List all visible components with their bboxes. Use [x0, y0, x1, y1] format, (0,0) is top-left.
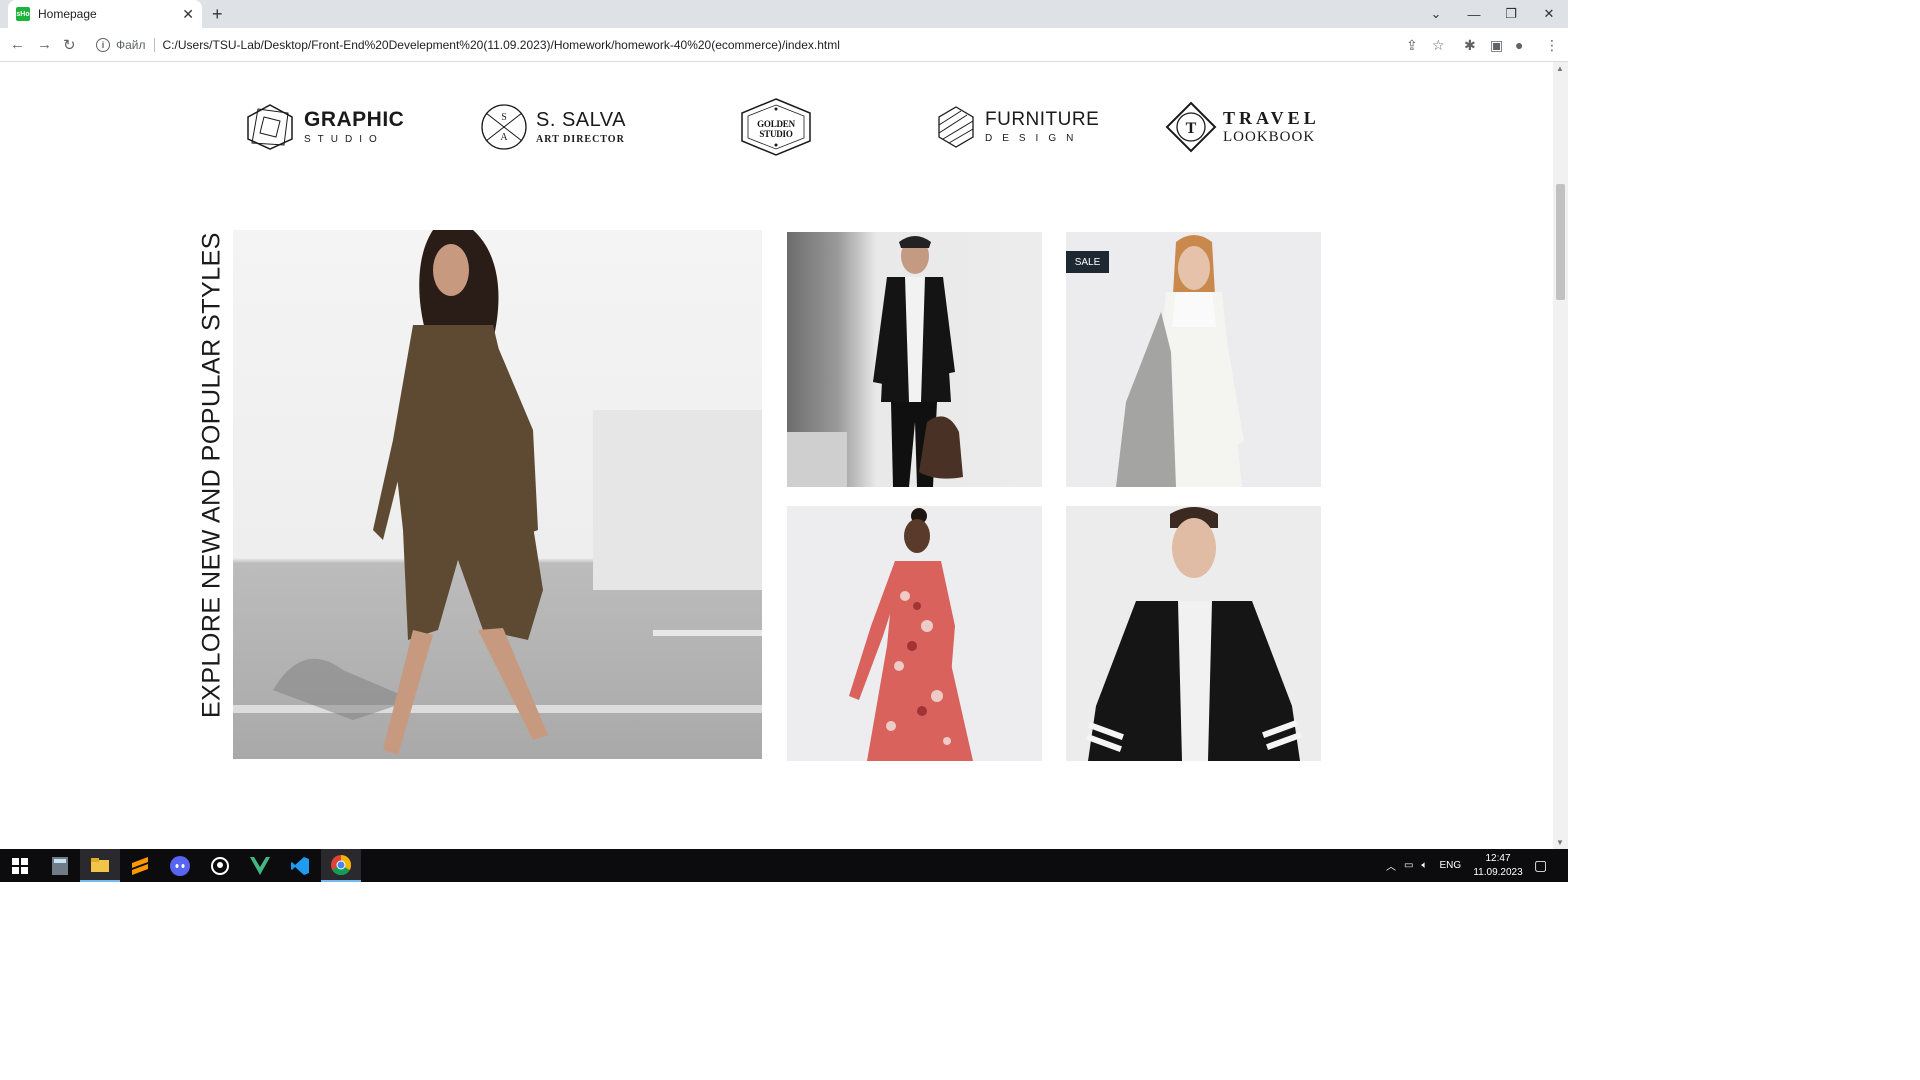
brand-name: FURNITURE: [985, 109, 1100, 130]
tray-expand-icon[interactable]: ︿: [1386, 858, 1396, 873]
product-image-man-black-cardigan[interactable]: [1066, 506, 1321, 761]
product-image-woman-red-floral-dress[interactable]: [787, 506, 1042, 761]
reload-icon[interactable]: ↻: [63, 36, 76, 54]
windows-start-icon[interactable]: [0, 849, 40, 882]
github-desktop-icon[interactable]: [200, 849, 240, 882]
restore-icon[interactable]: ❐: [1492, 0, 1530, 28]
forward-icon[interactable]: →: [37, 36, 52, 53]
share-icon[interactable]: ⇪: [1406, 37, 1418, 54]
new-tab-icon[interactable]: +: [212, 4, 223, 25]
windows-taskbar: ︿ ▭ 🔈︎ ENG 12:47 11.09.2023 ▢: [0, 849, 1568, 882]
extensions-icon[interactable]: ✱: [1464, 37, 1476, 54]
tab-search-icon[interactable]: ⌄: [1417, 0, 1455, 28]
brand-golden-studio[interactable]: GOLDEN STUDIO: [740, 95, 812, 159]
browser-toolbar: ← → ↻ i Файл C:/Users/TSU-Lab/Desktop/Fr…: [0, 28, 1568, 62]
url-text[interactable]: C:/Users/TSU-Lab/Desktop/Front-End%20Dev…: [163, 38, 840, 52]
svg-text:T: T: [1186, 120, 1197, 137]
product-image-man-black-jacket[interactable]: [787, 232, 1042, 487]
profile-icon[interactable]: ●: [1515, 37, 1523, 53]
tab-homepage[interactable]: sHo Homepage ✕: [8, 0, 202, 28]
url-separator: [153, 38, 155, 52]
file-explorer-icon[interactable]: [80, 849, 120, 882]
brand-tagline: LOOKBOOK: [1223, 128, 1316, 145]
clock-time: 12:47: [1485, 853, 1511, 864]
svg-text:A: A: [500, 132, 508, 143]
sa-monogram-icon: S A: [481, 104, 527, 150]
woman-figure-illustration: [233, 230, 762, 755]
chrome-icon[interactable]: [321, 849, 361, 882]
polygon-logo-icon: [247, 104, 293, 150]
info-icon[interactable]: i: [96, 38, 110, 52]
network-icon[interactable]: ▭: [1404, 860, 1413, 871]
sidepanel-icon[interactable]: ▣: [1490, 37, 1503, 54]
brand-name: GOLDEN STUDIO: [757, 119, 795, 139]
sublime-text-icon[interactable]: [120, 849, 160, 882]
language-indicator[interactable]: ENG: [1439, 860, 1461, 871]
t-diamond-icon: T: [1165, 101, 1217, 153]
brand-travel-lookbook[interactable]: T TRAVEL LOOKBOOK: [1165, 95, 1320, 159]
page-viewport: GRAPHIC STUDIO S A S. SALVA ART DIRECTOR…: [0, 62, 1553, 849]
page-scrollbar[interactable]: ▲ ▼: [1553, 62, 1568, 849]
brand-s-salva[interactable]: S A S. SALVA ART DIRECTOR: [480, 95, 626, 159]
cube-stripes-icon: [938, 106, 974, 148]
notifications-icon[interactable]: ▢: [1534, 849, 1547, 882]
scrollbar-thumb[interactable]: [1556, 184, 1565, 300]
favicon-icon: sHo: [16, 7, 30, 21]
calculator-icon[interactable]: [40, 849, 80, 882]
address-bar[interactable]: i Файл C:/Users/TSU-Lab/Desktop/Front-En…: [88, 32, 1458, 58]
svg-text:S: S: [501, 112, 507, 123]
tab-title: Homepage: [38, 7, 97, 21]
browser-tab-bar: sHo Homepage ✕ + ⌄ — ❐ ✕: [0, 0, 1568, 28]
brand-name: S. SALVA: [536, 108, 626, 131]
scroll-down-icon[interactable]: ▼: [1556, 838, 1564, 847]
clock-date: 11.09.2023: [1473, 867, 1523, 878]
star-icon[interactable]: ☆: [1432, 37, 1445, 54]
tab-close-icon[interactable]: ✕: [182, 6, 194, 23]
product-image-woman-brown-dress[interactable]: [233, 230, 762, 759]
menu-icon[interactable]: ⋮: [1545, 37, 1559, 54]
brand-name: TRAVEL: [1223, 107, 1320, 128]
man-figure-illustration: [787, 236, 963, 487]
brand-tagline: DESIGN: [985, 133, 1084, 144]
brand-name: GRAPHIC: [304, 108, 405, 131]
brand-graphic-studio[interactable]: GRAPHIC STUDIO: [244, 95, 404, 159]
system-tray: ︿ ▭ 🔈︎ ENG: [1386, 849, 1461, 882]
sale-badge: SALE: [1066, 251, 1109, 273]
section-vertical-title: EXPLORE NEW AND POPULAR STYLES: [197, 232, 226, 718]
brand-furniture-design[interactable]: FURNITURE DESIGN: [937, 95, 1099, 159]
discord-icon[interactable]: [160, 849, 200, 882]
brand-tagline: ART DIRECTOR: [536, 133, 625, 145]
vscode-icon[interactable]: [280, 849, 320, 882]
volume-icon[interactable]: 🔈︎: [1421, 860, 1427, 871]
back-icon[interactable]: ←: [10, 36, 25, 53]
scroll-up-icon[interactable]: ▲: [1556, 64, 1564, 73]
url-scheme-label: Файл: [116, 38, 146, 52]
vue-icon[interactable]: [240, 849, 280, 882]
brand-tagline: STUDIO: [304, 134, 384, 145]
minimize-icon[interactable]: —: [1455, 0, 1493, 28]
close-window-icon[interactable]: ✕: [1530, 0, 1568, 28]
floral-dress-illustration: [849, 508, 973, 761]
clock[interactable]: 12:47 11.09.2023: [1468, 852, 1528, 880]
man-cardigan-illustration: [1086, 507, 1302, 761]
